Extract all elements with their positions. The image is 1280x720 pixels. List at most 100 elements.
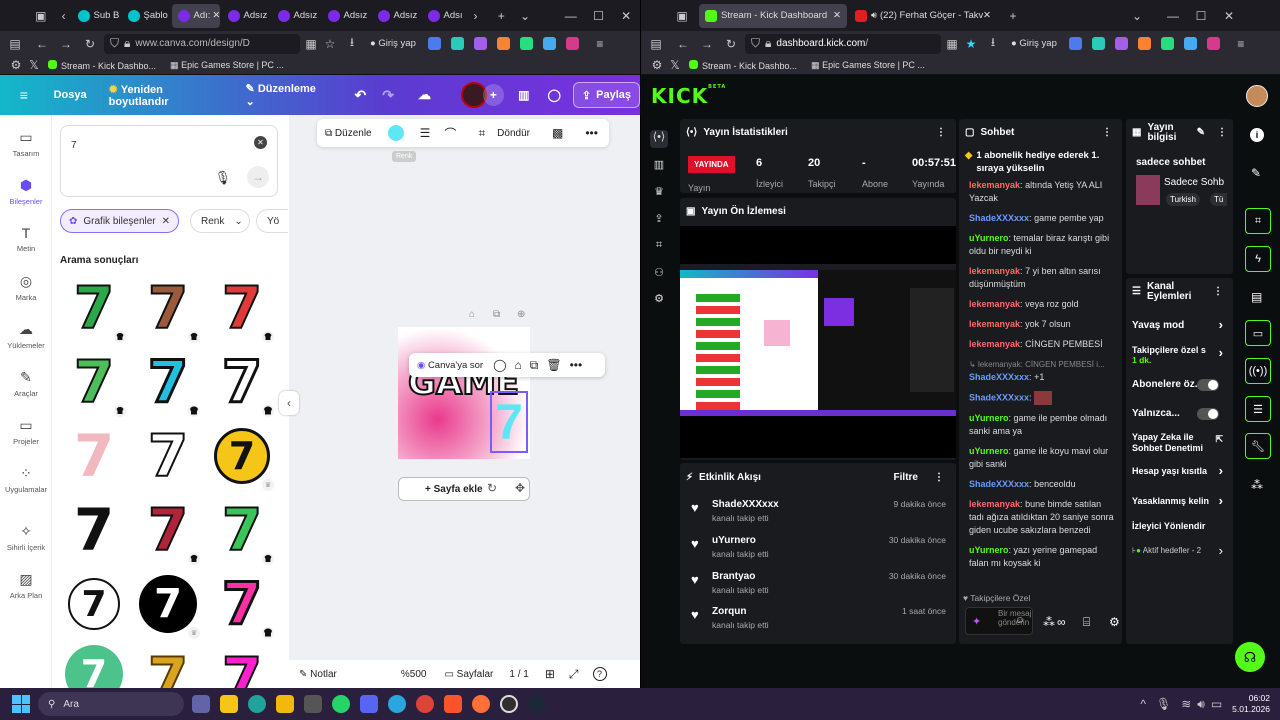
rail-background[interactable]: ▨ Arka Plan bbox=[0, 571, 52, 600]
lock-icon[interactable]: ⌂ bbox=[469, 309, 475, 320]
comment-icon[interactable]: ◯ bbox=[493, 358, 506, 372]
activity-name[interactable]: Zorqun bbox=[712, 606, 746, 617]
add-collaborator-icon[interactable]: + bbox=[482, 84, 505, 106]
settings-icon[interactable]: ⚙ bbox=[6, 58, 26, 72]
raid-row[interactable]: İzleyici Yönlendir bbox=[1132, 521, 1227, 531]
close-window-icon[interactable]: ✕ bbox=[612, 9, 640, 23]
bookmark-epic[interactable]: ▦ Epic Games Store | PC ... bbox=[811, 60, 925, 71]
clip-tool-icon[interactable]: ⌗ bbox=[1245, 208, 1271, 234]
dots-icon[interactable]: ⁂ bbox=[1043, 615, 1055, 629]
undo-icon[interactable]: ↶ bbox=[355, 87, 367, 104]
result-item-10[interactable]: 7 bbox=[64, 496, 124, 564]
info-icon[interactable]: i bbox=[1250, 128, 1264, 142]
mic-icon[interactable]: 🎙︎ bbox=[1156, 697, 1171, 711]
left-tab[interactable]: Adı: ✕ bbox=[171, 3, 220, 28]
reload-icon[interactable]: ↻ bbox=[78, 37, 102, 51]
line-style-icon[interactable]: ☰ bbox=[420, 126, 431, 140]
share-button[interactable]: ⇪ Paylaş bbox=[572, 82, 640, 108]
pinned-banner[interactable]: ◆ 1 abonelik hediye ederek 1. sıraya yüks… bbox=[965, 149, 1116, 175]
minimize-icon[interactable]: — bbox=[557, 9, 585, 23]
result-item-2[interactable]: 7 ♛ bbox=[138, 273, 200, 343]
bookmark-star-icon[interactable]: ☆ bbox=[322, 37, 338, 51]
move-icon[interactable]: ✥ bbox=[515, 481, 525, 495]
new-tab-icon[interactable]: + bbox=[1001, 9, 1025, 23]
taskbar-search[interactable]: ⚲ Ara bbox=[38, 692, 184, 716]
edit-image-button[interactable]: ⧉ Düzenle bbox=[325, 128, 372, 139]
curve-icon[interactable]: ⌒ bbox=[444, 125, 456, 142]
result-item-4[interactable]: 7 ♛ bbox=[64, 347, 126, 417]
battery-icon[interactable]: ▭ bbox=[1211, 697, 1222, 711]
new-tab-icon[interactable]: + bbox=[489, 9, 513, 23]
account-age-row[interactable]: Hesap yaşı kısıtla › bbox=[1132, 463, 1227, 478]
broadcast-icon[interactable]: ⟨•⟩ bbox=[650, 130, 668, 148]
pencil-icon[interactable]: ✎ bbox=[1251, 166, 1261, 180]
kick-logo[interactable]: KICKBETA bbox=[651, 84, 726, 108]
chip-close-icon[interactable]: ✕ bbox=[162, 216, 170, 227]
redo-icon[interactable]: ↷ bbox=[382, 87, 394, 104]
sidebar-icon[interactable]: ▤ bbox=[0, 37, 30, 51]
subs-only-toggle[interactable] bbox=[1197, 379, 1219, 391]
more-options-icon[interactable]: ••• bbox=[585, 126, 598, 140]
windows-start-icon[interactable] bbox=[12, 695, 30, 713]
clear-search-icon[interactable]: ✕ bbox=[254, 136, 267, 149]
bookmark-kick[interactable]: Stream - Kick Dashbo... bbox=[48, 59, 156, 71]
forward-icon[interactable]: → bbox=[54, 37, 78, 51]
cards-tool-icon[interactable]: ☰ bbox=[1245, 396, 1271, 422]
binance-icon[interactable] bbox=[276, 695, 294, 713]
signin-button[interactable]: ● Giriş yap bbox=[1011, 38, 1057, 49]
rail-text[interactable]: T Metin bbox=[0, 225, 52, 253]
result-item-18[interactable]: 7 bbox=[212, 645, 272, 688]
tab-list-icon[interactable]: ▣ bbox=[667, 9, 697, 23]
hamburger-icon[interactable]: ≡ bbox=[14, 87, 34, 103]
more-vertical-icon[interactable]: ⋮ bbox=[1102, 127, 1112, 138]
submit-arrow-icon[interactable]: → bbox=[247, 166, 269, 188]
support-icon[interactable]: ☊ bbox=[1235, 642, 1265, 672]
result-item-5[interactable]: 7 ♛ bbox=[138, 347, 200, 418]
result-item-15[interactable]: 7 ♛ bbox=[212, 569, 274, 640]
forward-icon[interactable]: → bbox=[695, 37, 719, 51]
rotate-button[interactable]: Döndür bbox=[497, 128, 530, 139]
search-box[interactable]: 7 ✕ 🎙︎ → bbox=[60, 125, 278, 197]
clip-icon[interactable]: ⌗ bbox=[652, 239, 666, 252]
more-vertical-icon[interactable]: ⋮ bbox=[1217, 128, 1227, 138]
activity-name[interactable]: uYurnero bbox=[712, 535, 756, 546]
result-item-3[interactable]: 7 ♛ bbox=[212, 273, 274, 343]
duplicate-page-icon[interactable]: ⧉ bbox=[493, 309, 500, 320]
clock[interactable]: 06:02 5.01.2026 bbox=[1232, 693, 1270, 715]
grid-view-icon[interactable]: ⊞ bbox=[545, 667, 555, 681]
left-tab[interactable]: Adsız bbox=[272, 4, 320, 28]
users-icon[interactable]: ⚇ bbox=[652, 266, 666, 279]
wifi-icon[interactable]: ≋ bbox=[1181, 697, 1191, 711]
zoom-level[interactable]: %500 bbox=[401, 669, 427, 680]
left-tab[interactable]: Adsı bbox=[422, 4, 470, 28]
filter-chip[interactable]: ✿ Grafik bileşenler ✕ bbox=[60, 209, 180, 233]
chat-username[interactable]: lekemanyak bbox=[969, 299, 1020, 309]
upload-icon[interactable]: ⇪ bbox=[652, 212, 666, 225]
tab-scroll-left-icon[interactable]: ‹ bbox=[56, 9, 72, 23]
search-input[interactable]: 7 bbox=[71, 140, 77, 151]
extension-icon-1[interactable] bbox=[427, 37, 441, 50]
extension-icon-4[interactable] bbox=[1137, 37, 1151, 50]
result-item-11[interactable]: 7 ♛ bbox=[138, 495, 200, 565]
more-vertical-icon[interactable]: ⋮ bbox=[936, 127, 946, 138]
add-page-button[interactable]: + Sayfa ekle bbox=[398, 477, 530, 501]
x-icon[interactable]: 𝕏 bbox=[26, 58, 42, 72]
duplicate-icon[interactable]: ⧉ bbox=[530, 358, 539, 373]
rail-apps[interactable]: ⁘ Uygulamalar bbox=[0, 465, 52, 494]
menu-icon[interactable]: ≡ bbox=[588, 37, 612, 51]
extension-icon-5[interactable] bbox=[1160, 37, 1174, 50]
ai-moderation-row[interactable]: Yapay Zeka ile Sohbet Denetimi ⇱ bbox=[1132, 432, 1227, 454]
emotes-only-row[interactable]: Yalnızca... bbox=[1132, 408, 1227, 420]
extension-icon-2[interactable] bbox=[450, 37, 464, 50]
chat-username[interactable]: ShadeXXXxxx bbox=[969, 213, 1029, 223]
bookmark-epic[interactable]: ▦ Epic Games Store | PC ... bbox=[170, 60, 284, 71]
tab-scroll-right-icon[interactable]: › bbox=[470, 9, 482, 23]
color-swatch[interactable] bbox=[387, 125, 404, 141]
extension-icon-5[interactable] bbox=[519, 37, 533, 50]
sidebar-icon[interactable]: ▤ bbox=[641, 37, 671, 51]
left-tab[interactable]: Adsız bbox=[322, 4, 370, 28]
extension-icon-7[interactable] bbox=[1206, 37, 1220, 50]
chat-username[interactable]: ShadeXXXxxx bbox=[969, 372, 1029, 382]
cloud-save-icon[interactable]: ☁ bbox=[418, 87, 431, 103]
teams-icon[interactable] bbox=[192, 695, 210, 713]
